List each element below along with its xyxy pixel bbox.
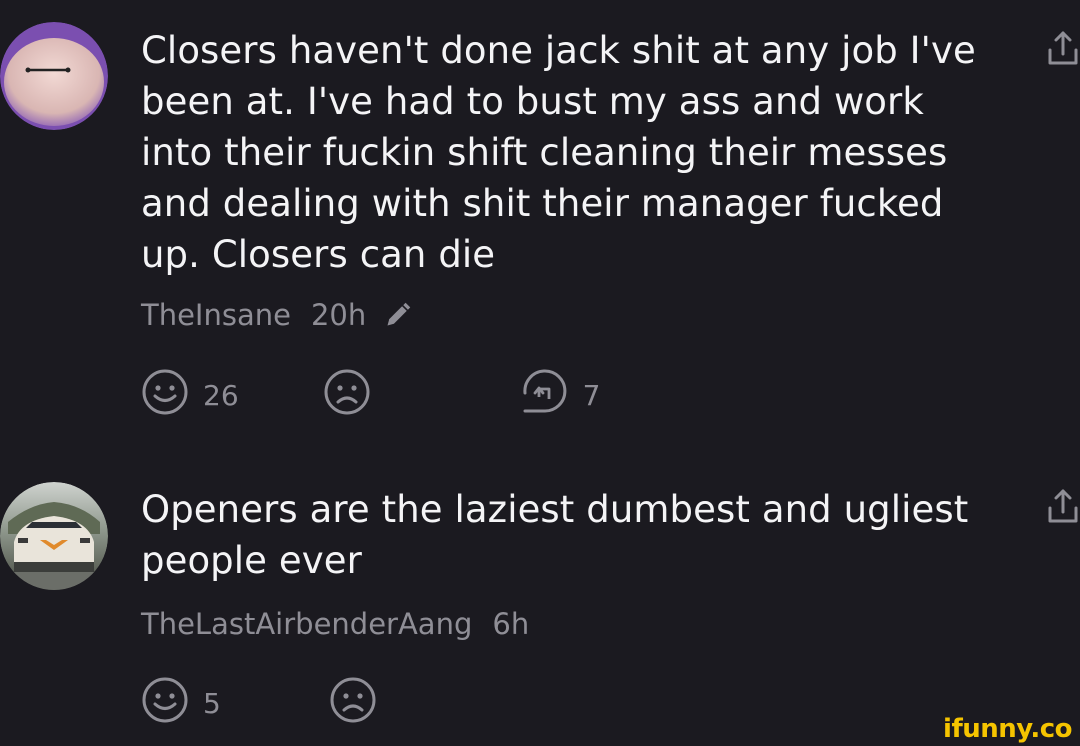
comment-actions: 26 7 (141, 369, 600, 419)
timestamp: 20h (310, 298, 367, 332)
like-count: 26 (203, 378, 239, 412)
username[interactable]: TheLastAirbenderAang (141, 607, 472, 641)
share-icon[interactable] (1046, 28, 1080, 68)
ifunny-watermark: ifunny.co (943, 714, 1072, 744)
smile-icon (141, 368, 189, 423)
comment-text: Openers are the laziest dumbest and ugli… (141, 488, 969, 582)
comment-meta: TheInsane 20h (141, 298, 412, 332)
comment-meta: TheLastAirbenderAang 6h (141, 607, 529, 641)
frown-icon (323, 368, 371, 423)
comment-text: Closers haven't done jack shit at any jo… (141, 29, 976, 276)
avatar[interactable] (0, 482, 108, 590)
smile-icon (141, 676, 189, 731)
share-icon[interactable] (1046, 486, 1080, 526)
dislike-button[interactable] (329, 676, 377, 731)
comments-page: Closers haven't done jack shit at any jo… (0, 0, 1080, 746)
frown-icon (329, 676, 377, 731)
like-count: 5 (203, 686, 221, 720)
dislike-button[interactable] (323, 368, 371, 423)
reply-icon (519, 367, 569, 424)
like-button[interactable]: 26 (141, 368, 239, 423)
username[interactable]: TheInsane (141, 298, 291, 332)
like-button[interactable]: 5 (141, 676, 221, 731)
reply-count: 7 (582, 378, 601, 412)
comment-actions: 5 (141, 677, 377, 727)
pencil-icon (384, 301, 412, 329)
avatar[interactable] (0, 22, 108, 130)
timestamp: 6h (492, 607, 530, 641)
avatar-image (0, 22, 108, 130)
reply-button[interactable]: 7 (519, 367, 601, 424)
avatar-image (0, 482, 108, 590)
